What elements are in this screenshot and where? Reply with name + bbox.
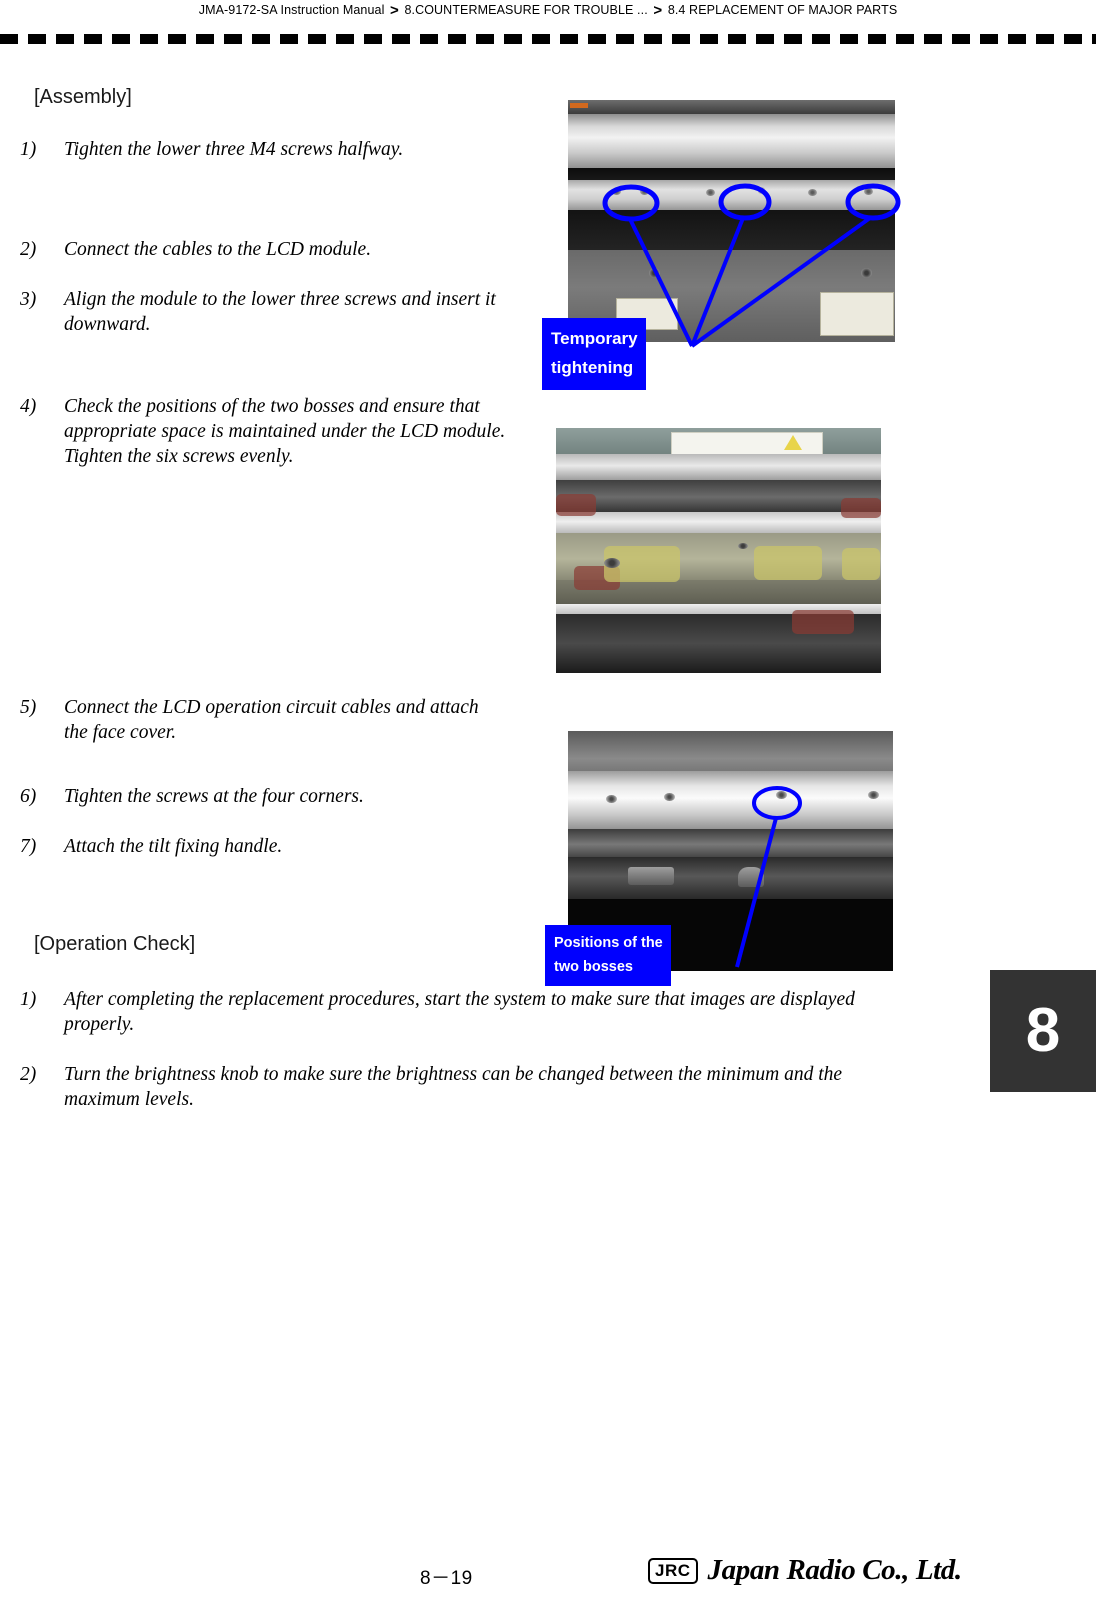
photo-region-dark-bar (556, 480, 881, 514)
step-number: 5) (20, 697, 37, 718)
step-text: After completing the replacement procedu… (64, 989, 855, 1035)
header-dashed-divider (0, 34, 1096, 44)
page-number: 8－19 (420, 1568, 473, 1589)
company-name: Japan Radio Co., Ltd. (707, 1554, 963, 1586)
breadcrumb-item-section[interactable]: 8.4 REPLACEMENT OF MAJOR PARTS (668, 3, 897, 17)
callout-line-1: Positions of the (554, 935, 663, 951)
red-tape-mark (841, 498, 881, 518)
photo-region-chrome-bar (556, 454, 881, 480)
orange-cable (570, 103, 588, 108)
operation-step-1: 1) After completing the replacement proc… (20, 987, 870, 1037)
assembly-step-7: 7) Attach the tilt fixing handle. (20, 834, 500, 859)
yellow-tape-mark (842, 548, 880, 580)
step-number: 2) (20, 239, 37, 260)
step-number: 4) (20, 396, 37, 417)
screw-head (664, 793, 675, 801)
step-number: 2) (20, 1064, 37, 1085)
screw-head (606, 795, 617, 803)
screw-hole-center (757, 187, 766, 194)
step-text: Connect the cables to the LCD module. (64, 239, 372, 260)
screw-hole (640, 188, 649, 195)
breadcrumb-separator-icon: > (653, 2, 663, 19)
step-number: 6) (20, 786, 37, 807)
breadcrumb-item-manual[interactable]: JMA-9172-SA Instruction Manual (199, 3, 385, 17)
step-text: Tighten the lower three M4 screws halfwa… (64, 139, 404, 160)
assembly-step-6: 6) Tighten the screws at the four corner… (20, 784, 500, 809)
jrc-logo-mark: JRC (648, 1557, 698, 1584)
fastener-knob (861, 268, 872, 278)
chapter-tab-8[interactable]: 8 (990, 970, 1096, 1092)
warning-triangle-icon (784, 435, 802, 450)
fastener-knob (649, 268, 660, 278)
step-text: Attach the tilt fixing handle. (64, 836, 283, 857)
step-number: 1) (20, 139, 37, 160)
photo-region-chrome-panel (568, 114, 895, 170)
yellow-tape-mark (754, 546, 822, 580)
boss-hole-highlighted (776, 791, 787, 799)
screw-hole (808, 189, 817, 196)
operation-check-section-heading: [Operation Check] (34, 933, 196, 955)
callout-temporary-tightening: Temporary tightening (542, 318, 646, 390)
screw-head (868, 791, 879, 799)
assembly-step-5: 5) Connect the LCD operation circuit cab… (20, 695, 480, 745)
assembly-step-3: 3) Align the module to the lower three s… (20, 287, 500, 337)
step-number: 3) (20, 289, 37, 310)
assembly-step-1: 1) Tighten the lower three M4 screws hal… (20, 137, 520, 162)
assembly-section-heading: [Assembly] (34, 86, 132, 108)
callout-line-1: Temporary (551, 329, 638, 348)
screw-hole (864, 188, 873, 195)
manual-page: JMA-9172-SA Instruction Manual > 8.COUNT… (0, 0, 1096, 1620)
bracket-clip (738, 867, 764, 887)
photo-lower-three-screws (568, 100, 895, 342)
step-text: Tighten the screws at the four corners. (64, 786, 364, 807)
red-tape-mark (556, 494, 596, 516)
red-tape-mark (792, 610, 854, 634)
step-number: 1) (20, 989, 37, 1010)
footer-logo: JRC Japan Radio Co., Ltd. (648, 1556, 962, 1585)
step-text: Connect the LCD operation circuit cables… (64, 697, 479, 743)
photo-region-dark-band (568, 210, 895, 252)
cable-clip (628, 867, 674, 885)
breadcrumb-separator-icon: > (390, 2, 399, 19)
screw-hole (612, 188, 621, 195)
step-text: Align the module to the lower three scre… (64, 289, 496, 335)
chapter-tab-number: 8 (1025, 996, 1061, 1065)
photo-region-boss-rail (568, 771, 893, 831)
assembly-step-2: 2) Connect the cables to the LCD module. (20, 237, 520, 262)
photo-region-lower-strip (568, 857, 893, 905)
screw-hole (706, 189, 715, 196)
assembly-step-4: 4) Check the positions of the two bosses… (20, 394, 520, 469)
photo-two-bosses-clearance (556, 428, 881, 673)
boss-hole (604, 558, 620, 568)
callout-line-2: tightening (551, 358, 634, 377)
spec-label (820, 292, 894, 336)
operation-step-2: 2) Turn the brightness knob to make sure… (20, 1062, 880, 1112)
callout-line-2: two bosses (554, 959, 633, 975)
boss-hole (738, 543, 748, 549)
photo-region-screw-rail (568, 180, 895, 212)
step-text: Turn the brightness knob to make sure th… (64, 1064, 843, 1110)
breadcrumb: JMA-9172-SA Instruction Manual > 8.COUNT… (0, 0, 1096, 22)
step-text: Check the positions of the two bosses an… (64, 396, 506, 467)
step-number: 7) (20, 836, 37, 857)
callout-positions-of-two-bosses: Positions of the two bosses (545, 925, 671, 986)
breadcrumb-item-chapter[interactable]: 8.COUNTERMEASURE FOR TROUBLE ... (404, 3, 647, 17)
